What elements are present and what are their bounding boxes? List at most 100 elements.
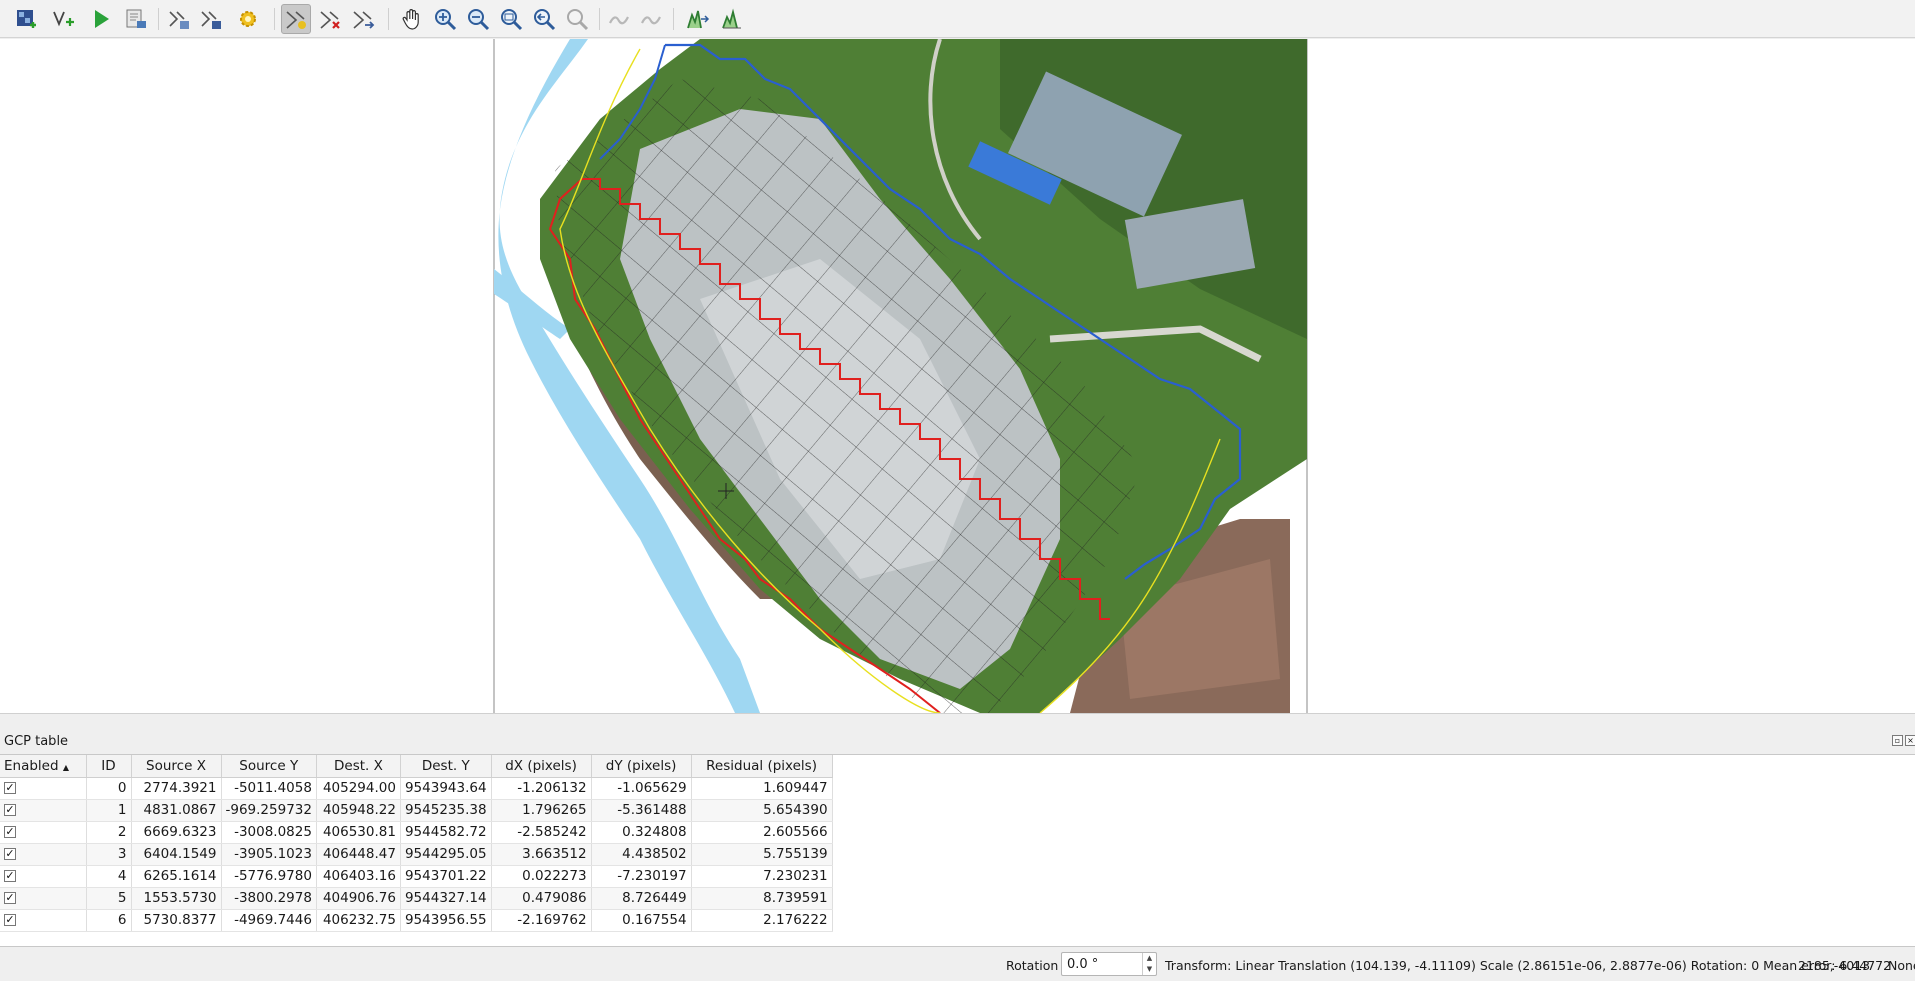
gcp-cell-dest-x[interactable]: 406403.16 xyxy=(316,865,401,888)
zoom-last-button[interactable] xyxy=(529,4,559,34)
gcp-enabled-cell[interactable]: ✓ xyxy=(0,843,87,866)
open-raster-button[interactable] xyxy=(12,4,42,34)
gcp-cell-source-x[interactable]: 2774.3921 xyxy=(131,777,222,800)
gcp-row[interactable]: ✓ 4 6265.1614 -5776.9780 406403.16 9543701.22… xyxy=(0,865,833,888)
gcp-cell-dy[interactable]: -7.230197 xyxy=(591,865,692,888)
col-id-header[interactable]: ID xyxy=(86,755,132,778)
move-gcp-point-button[interactable] xyxy=(348,4,378,34)
gcp-cell-source-y[interactable]: -4969.7446 xyxy=(221,909,317,932)
transformation-settings-button[interactable] xyxy=(233,4,263,34)
enabled-checkbox[interactable]: ✓ xyxy=(4,782,16,794)
gcp-enabled-cell[interactable]: ✓ xyxy=(0,821,87,844)
zoom-next-button[interactable] xyxy=(562,4,592,34)
dock-splitter[interactable] xyxy=(0,713,1915,725)
float-panel-button[interactable]: ▫ xyxy=(1892,735,1903,746)
gcp-cell-residual[interactable]: 1.609447 xyxy=(691,777,833,800)
zoom-in-button[interactable] xyxy=(430,4,460,34)
gcp-cell-source-y[interactable]: -969.259732 xyxy=(221,799,317,822)
gcp-cell-dy[interactable]: -5.361488 xyxy=(591,799,692,822)
gcp-cell-dy[interactable]: 4.438502 xyxy=(591,843,692,866)
gcp-row[interactable]: ✓ 1 4831.0867 -969.259732 405948.22 9545235.3… xyxy=(0,799,833,822)
gcp-cell-dx[interactable]: 0.022273 xyxy=(491,865,592,888)
gcp-cell-id[interactable]: 6 xyxy=(86,909,132,932)
zoom-to-layer-button[interactable] xyxy=(496,4,526,34)
add-point-button[interactable] xyxy=(281,4,311,34)
gcp-cell-id[interactable]: 3 xyxy=(86,843,132,866)
col-residual-header[interactable]: Residual (pixels) xyxy=(691,755,833,778)
gcp-cell-residual[interactable]: 2.176222 xyxy=(691,909,833,932)
link-georeferencer-to-qgis-button[interactable] xyxy=(604,4,634,34)
gcp-cell-dx[interactable]: 1.796265 xyxy=(491,799,592,822)
gcp-cell-dest-x[interactable]: 405294.00 xyxy=(316,777,401,800)
col-dy-header[interactable]: dY (pixels) xyxy=(591,755,692,778)
enabled-checkbox[interactable]: ✓ xyxy=(4,892,16,904)
gcp-cell-id[interactable]: 2 xyxy=(86,821,132,844)
gcp-enabled-cell[interactable]: ✓ xyxy=(0,799,87,822)
gcp-enabled-cell[interactable]: ✓ xyxy=(0,887,87,910)
gcp-row[interactable]: ✓ 6 5730.8377 -4969.7446 406232.75 9543956.55… xyxy=(0,909,833,932)
gcp-cell-id[interactable]: 4 xyxy=(86,865,132,888)
start-georeferencing-vector-button[interactable] xyxy=(48,4,78,34)
local-histogram-stretch-button[interactable] xyxy=(717,4,747,34)
gcp-cell-dy[interactable]: 0.167554 xyxy=(591,909,692,932)
spin-arrows-icon[interactable]: ▲ ▼ xyxy=(1142,953,1156,975)
gcp-cell-dx[interactable]: -2.585242 xyxy=(491,821,592,844)
gcp-cell-dest-y[interactable]: 9543943.64 xyxy=(400,777,492,800)
gcp-cell-dy[interactable]: -1.065629 xyxy=(591,777,692,800)
gcp-cell-source-y[interactable]: -5011.4058 xyxy=(221,777,317,800)
gcp-cell-dest-y[interactable]: 9544327.14 xyxy=(400,887,492,910)
save-gcp-points-button[interactable] xyxy=(196,4,226,34)
crs-indicator[interactable]: None xyxy=(1888,958,1915,973)
col-source-y-header[interactable]: Source Y xyxy=(221,755,317,778)
col-enabled-header[interactable]: Enabled ▲ xyxy=(0,755,87,778)
gcp-cell-id[interactable]: 0 xyxy=(86,777,132,800)
gcp-cell-source-x[interactable]: 5730.8377 xyxy=(131,909,222,932)
gcp-table[interactable]: Enabled ▲ ID Source X Source Y Dest. X D… xyxy=(0,755,833,932)
generate-gdal-script-button[interactable] xyxy=(121,4,151,34)
gcp-cell-dest-y[interactable]: 9545235.38 xyxy=(400,799,492,822)
gcp-cell-dx[interactable]: -2.169762 xyxy=(491,909,592,932)
load-gcp-points-button[interactable] xyxy=(164,4,194,34)
gcp-cell-residual[interactable]: 5.654390 xyxy=(691,799,833,822)
enabled-checkbox[interactable]: ✓ xyxy=(4,826,16,838)
gcp-cell-dest-y[interactable]: 9544295.05 xyxy=(400,843,492,866)
zoom-out-button[interactable] xyxy=(463,4,493,34)
gcp-cell-source-y[interactable]: -3800.2978 xyxy=(221,887,317,910)
gcp-cell-dest-x[interactable]: 406232.75 xyxy=(316,909,401,932)
gcp-cell-source-x[interactable]: 6404.1549 xyxy=(131,843,222,866)
enabled-checkbox[interactable]: ✓ xyxy=(4,914,16,926)
gcp-cell-dest-x[interactable]: 404906.76 xyxy=(316,887,401,910)
gcp-cell-dest-x[interactable]: 406448.47 xyxy=(316,843,401,866)
gcp-cell-dest-x[interactable]: 405948.22 xyxy=(316,799,401,822)
col-source-x-header[interactable]: Source X xyxy=(131,755,222,778)
gcp-table-area[interactable]: Enabled ▲ ID Source X Source Y Dest. X D… xyxy=(0,754,1915,947)
enabled-checkbox[interactable]: ✓ xyxy=(4,848,16,860)
col-dx-header[interactable]: dX (pixels) xyxy=(491,755,592,778)
gcp-cell-dx[interactable]: 0.479086 xyxy=(491,887,592,910)
gcp-row[interactable]: ✓ 0 2774.3921 -5011.4058 405294.00 9543943.64… xyxy=(0,777,833,800)
gcp-cell-residual[interactable]: 7.230231 xyxy=(691,865,833,888)
gcp-cell-dy[interactable]: 0.324808 xyxy=(591,821,692,844)
enabled-checkbox[interactable]: ✓ xyxy=(4,870,16,882)
delete-point-button[interactable] xyxy=(315,4,345,34)
pan-button[interactable] xyxy=(397,4,427,34)
start-georeferencing-button[interactable] xyxy=(86,4,116,34)
gcp-cell-source-x[interactable]: 1553.5730 xyxy=(131,887,222,910)
gcp-cell-residual[interactable]: 8.739591 xyxy=(691,887,833,910)
gcp-row[interactable]: ✓ 3 6404.1549 -3905.1023 406448.47 9544295.05… xyxy=(0,843,833,866)
gcp-cell-source-x[interactable]: 6265.1614 xyxy=(131,865,222,888)
link-qgis-to-georeferencer-button[interactable] xyxy=(636,4,666,34)
gcp-row[interactable]: ✓ 2 6669.6323 -3008.0825 406530.81 9544582.72… xyxy=(0,821,833,844)
gcp-cell-dest-y[interactable]: 9543701.22 xyxy=(400,865,492,888)
gcp-cell-residual[interactable]: 2.605566 xyxy=(691,821,833,844)
gcp-cell-dest-y[interactable]: 9543956.55 xyxy=(400,909,492,932)
gcp-cell-dy[interactable]: 8.726449 xyxy=(591,887,692,910)
full-histogram-stretch-button[interactable] xyxy=(683,4,713,34)
gcp-cell-source-y[interactable]: -3008.0825 xyxy=(221,821,317,844)
col-dest-x-header[interactable]: Dest. X xyxy=(316,755,401,778)
enabled-checkbox[interactable]: ✓ xyxy=(4,804,16,816)
gcp-enabled-cell[interactable]: ✓ xyxy=(0,777,87,800)
gcp-cell-source-y[interactable]: -3905.1023 xyxy=(221,843,317,866)
gcp-enabled-cell[interactable]: ✓ xyxy=(0,865,87,888)
rotation-spinbox[interactable]: 0.0 ° ▲ ▼ xyxy=(1061,952,1157,976)
